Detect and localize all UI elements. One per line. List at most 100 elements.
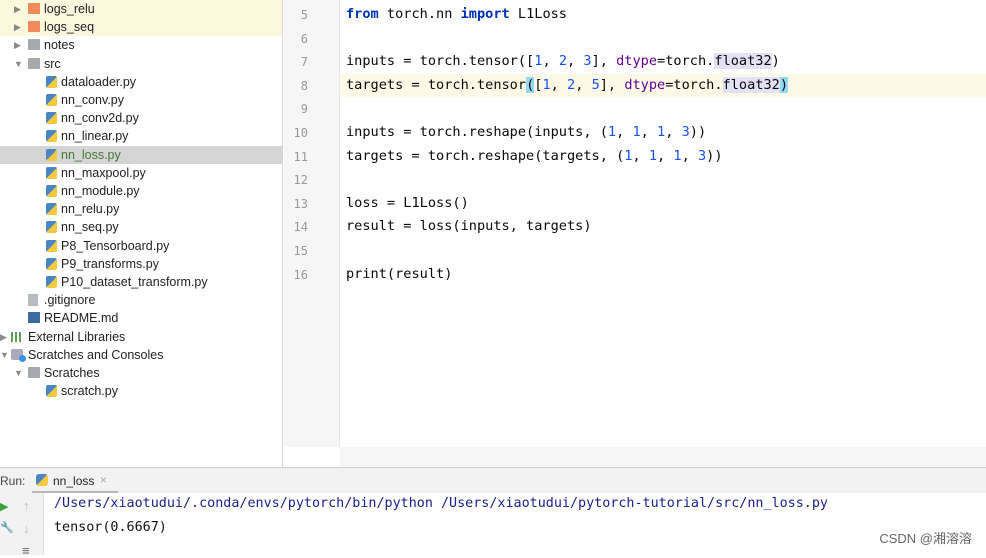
tree-item[interactable]: nn_module.py <box>0 182 282 200</box>
md-icon <box>28 312 40 324</box>
file-icon <box>28 294 38 307</box>
tree-item[interactable]: nn_seq.py <box>0 218 282 236</box>
tree-item[interactable]: ▼ Scratches and Consoles <box>0 346 282 364</box>
tree-item[interactable]: nn_linear.py <box>0 127 282 145</box>
tree-item[interactable]: nn_loss.py <box>0 145 282 164</box>
tree-item[interactable]: README.md <box>0 309 282 327</box>
line-number: 8 <box>300 78 308 93</box>
code-token: result = loss(inputs, targets) <box>346 218 592 235</box>
menu-icon[interactable]: ≡ <box>22 543 30 558</box>
code-token: , <box>542 53 559 70</box>
tree-item[interactable]: .gitignore <box>0 291 282 309</box>
code-token: , <box>616 124 633 140</box>
chevron-down-icon[interactable]: ▼ <box>0 346 9 364</box>
tree-item-label: logs_seq <box>44 20 95 35</box>
tree-item-label: nn_relu.py <box>61 202 120 217</box>
tree-item[interactable]: P9_transforms.py <box>0 255 282 273</box>
py-icon <box>46 112 57 125</box>
tree-item[interactable]: P8_Tensorboard.py <box>0 237 282 255</box>
py-icon <box>46 185 57 197</box>
chevron-down-icon[interactable]: ▼ <box>14 55 23 73</box>
gutter: 5 6 7 8 9 10 11 12 13 14 15 16 <box>284 0 340 447</box>
code-token: , <box>681 147 698 164</box>
tree-item-label: Scratches and Consoles <box>28 347 164 362</box>
tree-item[interactable]: ▶ logs_relu <box>0 0 282 18</box>
chevron-right-icon[interactable]: ▶ <box>0 328 7 346</box>
code-line[interactable]: from torch.nn import L1Loss <box>346 3 567 26</box>
tree-item[interactable]: ▼ src <box>0 55 282 73</box>
code-token: targets = torch.reshape(targets, ( <box>346 147 625 164</box>
console-toolbar: ▶ 🔧 ↑ ↓ ≡ <box>0 493 44 558</box>
code-token: inputs = torch.tensor([ <box>346 53 535 70</box>
code-token: ) <box>779 76 789 93</box>
line-number: 12 <box>293 173 308 188</box>
command-line: /Users/xiaotudui/.conda/envs/pytorch/bin… <box>54 496 828 511</box>
line-number: 6 <box>300 31 308 46</box>
code-token: ], <box>599 76 625 93</box>
tree-item[interactable]: nn_conv.py <box>0 91 282 109</box>
tree-item[interactable]: P10_dataset_transform.py <box>0 273 282 291</box>
watermark: CSDN @湘溶溶 <box>879 531 972 546</box>
tree-item[interactable]: nn_relu.py <box>0 200 282 218</box>
line-number: 13 <box>293 196 308 211</box>
tree-item[interactable]: nn_conv2d.py <box>0 109 282 127</box>
line-number: 16 <box>293 267 308 282</box>
tree-item[interactable]: ▶ notes <box>0 36 282 54</box>
code-token: 5 <box>591 76 600 93</box>
chevron-right-icon[interactable]: ▶ <box>14 36 21 54</box>
rerun-icon[interactable]: ▶ <box>0 500 8 513</box>
chevron-right-icon[interactable]: ▶ <box>14 18 21 36</box>
line-number: 7 <box>300 55 308 70</box>
tree-item-label: README.md <box>44 311 119 326</box>
tree-item[interactable]: dataloader.py <box>0 73 282 91</box>
code-line[interactable]: inputs = torch.tensor([1, 2, 3], dtype=t… <box>346 50 780 73</box>
code-line[interactable]: print(result) <box>346 263 452 286</box>
tree-item-label: nn_loss.py <box>61 147 121 162</box>
code-line[interactable]: targets = torch.reshape(targets, (1, 1, … <box>346 145 723 168</box>
tree-item[interactable]: ▼ Scratches <box>0 364 282 382</box>
tree-item[interactable]: nn_maxpool.py <box>0 164 282 182</box>
py-icon <box>46 239 57 252</box>
py-icon <box>46 203 57 216</box>
code-token: , <box>657 147 674 164</box>
code-editor[interactable]: 5 6 7 8 9 10 11 12 13 14 15 16 from torch.nn import… <box>284 0 986 467</box>
tree-item-label: Scratches <box>44 366 100 380</box>
run-tab[interactable]: nn_loss × <box>32 468 118 494</box>
code-token: ], <box>591 53 617 70</box>
code-line[interactable]: loss = L1Loss() <box>346 192 469 215</box>
line-number: 9 <box>300 102 308 117</box>
tree-item[interactable]: scratch.py <box>0 382 282 400</box>
code-token: from <box>346 6 379 22</box>
code-token: , <box>567 53 584 70</box>
wrench-icon[interactable]: 🔧 <box>0 521 14 534</box>
tree-item-label: src <box>44 56 61 71</box>
py-icon <box>46 130 57 143</box>
code-token: 2 <box>558 53 567 70</box>
code-token: ) <box>771 53 780 70</box>
code-token: , <box>575 76 592 93</box>
tree-item[interactable]: ▶ logs_seq <box>0 18 282 37</box>
code-line[interactable]: targets = torch.tensor([1, 2, 5], dtype=… <box>346 74 789 97</box>
scr-icon <box>11 348 26 362</box>
scroll-down-icon[interactable]: ↓ <box>23 521 30 536</box>
close-icon[interactable]: × <box>100 473 107 487</box>
chevron-down-icon[interactable]: ▼ <box>14 364 23 382</box>
code-line[interactable]: inputs = torch.reshape(inputs, (1, 1, 1,… <box>346 121 706 144</box>
python-icon <box>36 474 48 486</box>
code-token: =torch. <box>657 53 715 70</box>
code-token: =torch. <box>665 76 723 93</box>
code-token: )) <box>706 147 723 164</box>
tree-item-label: nn_linear.py <box>61 129 129 144</box>
line-number: 15 <box>293 244 308 258</box>
code-token: , <box>640 124 658 140</box>
tree-item[interactable]: ▶ External Libraries <box>0 328 282 346</box>
code-line[interactable]: result = loss(inputs, targets) <box>346 215 592 238</box>
code-token: 3 <box>697 147 707 164</box>
line-number: 14 <box>293 220 308 235</box>
output-line: tensor(0.6667) <box>54 520 167 535</box>
chevron-right-icon[interactable]: ▶ <box>14 0 21 18</box>
py-icon <box>46 221 57 234</box>
tree-item-label: P9_transforms.py <box>61 256 159 271</box>
py-icon <box>46 257 57 270</box>
scroll-up-icon[interactable]: ↑ <box>23 498 30 513</box>
